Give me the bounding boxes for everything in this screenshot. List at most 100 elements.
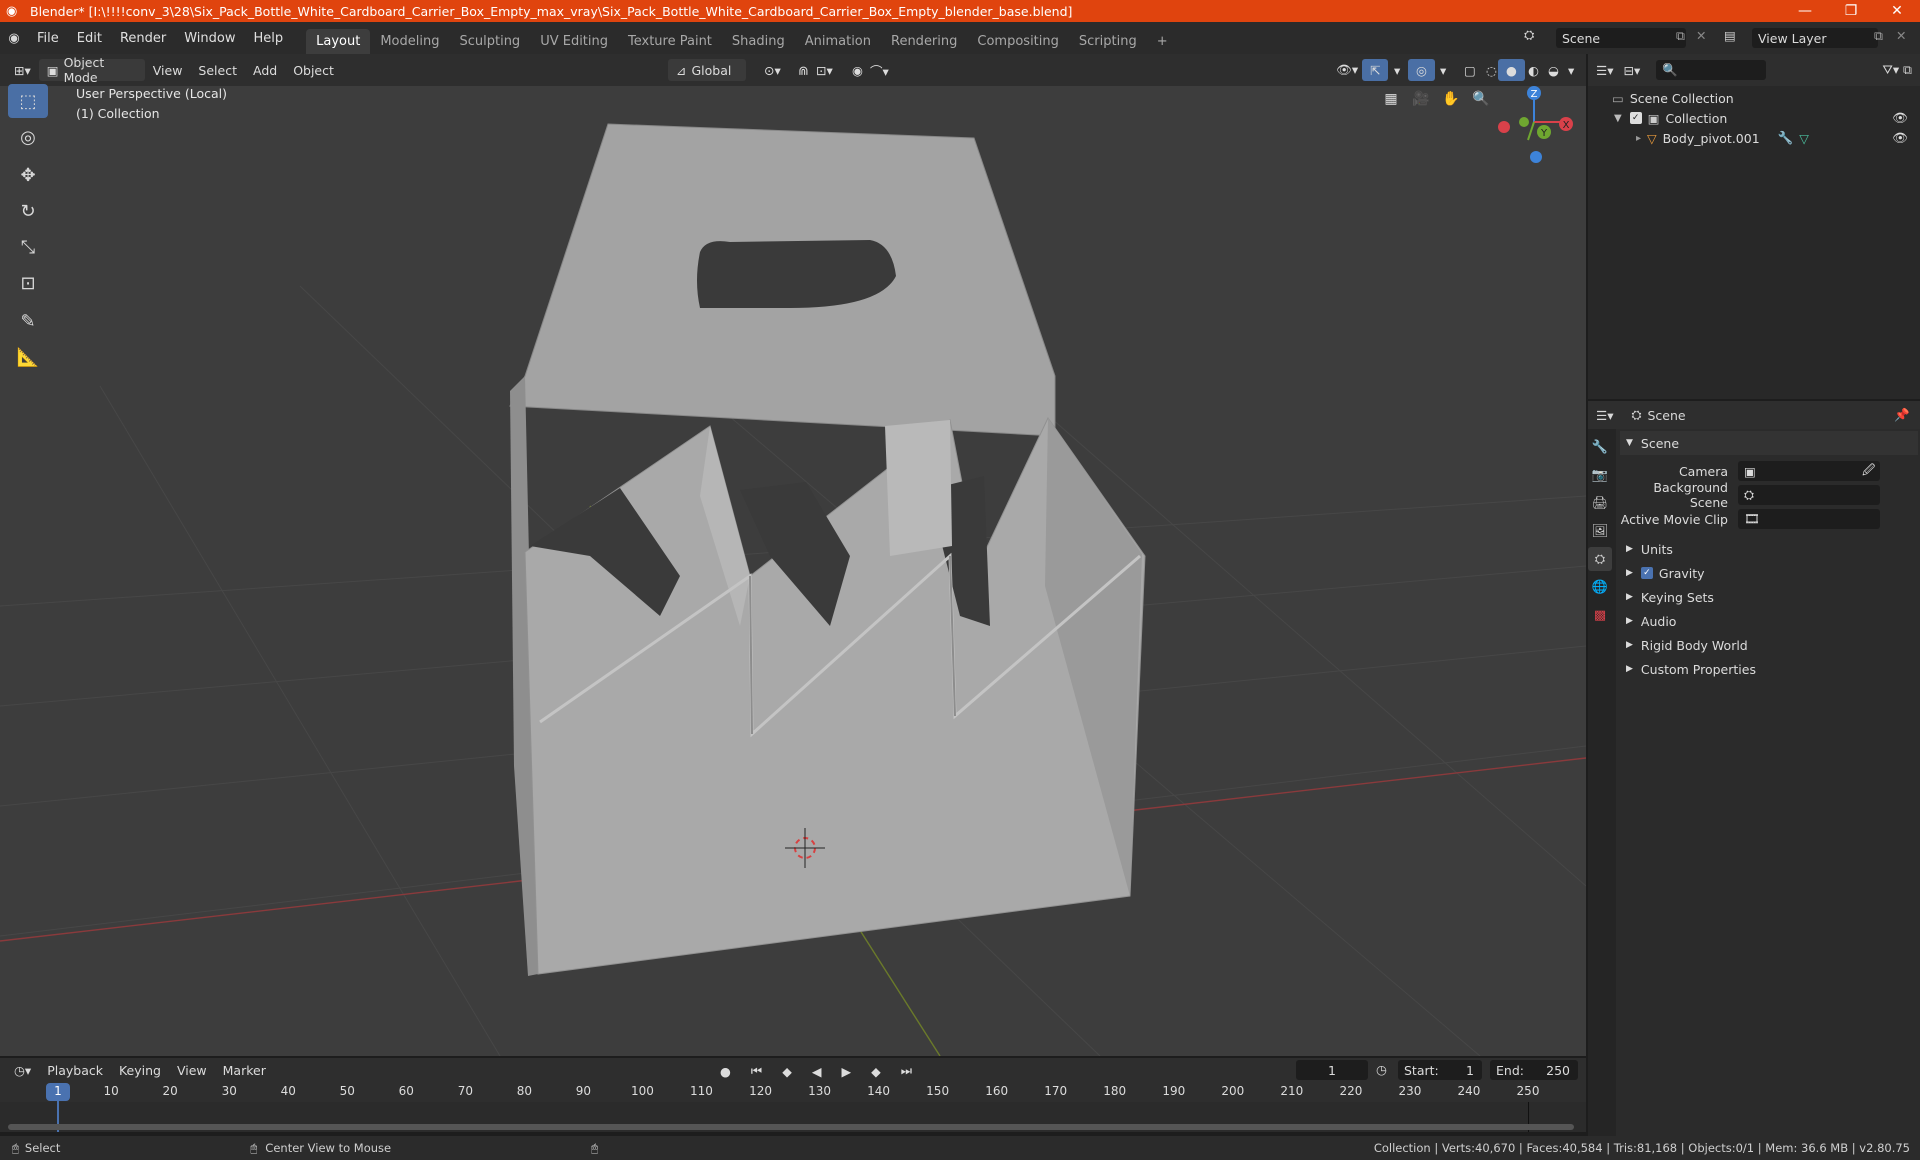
scene-selector[interactable]: Scene [1556,28,1686,48]
measure-tool-icon[interactable]: 📐 [8,340,48,374]
scene-remove-icon[interactable]: ✕ [1696,28,1706,43]
close-button[interactable]: ✕ [1874,0,1920,22]
pan-view-icon[interactable]: ✋ [1438,86,1464,112]
tab-uv-editing[interactable]: UV Editing [530,29,618,54]
menu-marker[interactable]: Marker [215,1059,274,1081]
view-layer-remove-icon[interactable]: ✕ [1896,28,1906,43]
minimize-button[interactable]: — [1782,0,1828,22]
gravity-panel-header[interactable]: ▶ ✓ Gravity [1620,561,1918,585]
rotate-tool-icon[interactable]: ↻ [8,194,48,228]
outliner-display-mode-icon[interactable]: ⊟▾ [1623,63,1640,78]
timeline-area[interactable]: 1 10 20 30 40 50 60 70 80 90 100 110 120 130 140 150 160… [0,1082,1586,1132]
jump-end-icon[interactable]: ⏭ [893,1060,920,1082]
menu-select[interactable]: Select [190,59,245,81]
expand-arrow-icon[interactable]: ▸ [1636,133,1641,144]
scene-panel-header[interactable]: ▼ Scene [1620,431,1918,455]
tab-layout[interactable]: Layout [306,29,371,54]
tab-sculpting[interactable]: Sculpting [449,29,530,54]
collapse-arrow-icon[interactable]: ▼ [1614,113,1622,124]
tool-props-tab-icon[interactable]: 🔧 [1588,435,1612,459]
timeline-editor-type-icon[interactable]: ◷▾ [6,1059,39,1081]
outliner-editor-type-icon[interactable]: ☰▾ [1596,63,1613,78]
audio-panel-header[interactable]: ▶ Audio [1620,609,1918,633]
outliner-scene-collection-row[interactable]: ▭ Scene Collection [1588,88,1920,108]
outliner-filter-icon[interactable]: ⛛▾ ⧉ [1882,62,1912,78]
toggle-grid-icon[interactable]: ▦ [1378,86,1404,112]
editor-type-icon[interactable]: ⊞▾ [6,59,39,81]
mesh-data-icon[interactable]: ▽ [1799,131,1809,146]
keying-sets-panel-header[interactable]: ▶ Keying Sets [1620,585,1918,609]
snap-target-icon[interactable]: ⊡▾ [808,59,841,81]
units-panel-header[interactable]: ▶ Units [1620,537,1918,561]
menu-object[interactable]: Object [285,59,342,81]
render-props-tab-icon[interactable]: 📷 [1588,463,1612,487]
object-visibility-icon[interactable]: 👁 [1892,130,1908,146]
scale-tool-icon[interactable]: ⤡ [8,230,48,264]
rigid-body-world-panel-header[interactable]: ▶ Rigid Body World [1620,633,1918,657]
overlays-toggle-icon[interactable]: ◎ [1408,59,1435,81]
move-tool-icon[interactable]: ✥ [8,158,48,192]
modifier-wrench-icon[interactable]: 🔧 [1778,130,1794,146]
custom-properties-panel-header[interactable]: ▶ Custom Properties [1620,657,1918,681]
cursor-tool-icon[interactable]: ◎ [8,120,48,154]
gizmo-dropdown-icon[interactable]: ▾ [1386,59,1408,81]
outliner-search-input[interactable]: 🔍 [1656,60,1767,80]
restore-button[interactable]: ❐ [1828,0,1874,22]
tab-rendering[interactable]: Rendering [881,29,967,54]
current-frame-field[interactable]: 1 [1296,1060,1368,1080]
properties-editor-type-icon[interactable]: ☰▾ [1596,408,1613,423]
collection-visibility-icon[interactable]: 👁 [1892,110,1908,126]
texture-props-tab-icon[interactable]: ▩ [1588,603,1612,627]
eyedropper-icon[interactable]: 🖉 [1862,461,1875,482]
end-frame-field[interactable]: End: 250 [1490,1060,1578,1080]
mode-selector[interactable]: ▣ Object Mode [38,55,145,85]
scene-props-tab-icon[interactable]: ⛭ [1588,547,1612,571]
tab-compositing[interactable]: Compositing [967,29,1069,54]
menu-keying[interactable]: Keying [111,1059,169,1081]
shading-dropdown-icon[interactable]: ▾ [1560,59,1582,81]
camera-field[interactable]: ▣ [1738,461,1880,481]
play-icon[interactable]: ▶ [833,1060,859,1082]
play-reverse-icon[interactable]: ◀ [804,1060,830,1082]
output-props-tab-icon[interactable]: 🖨 [1588,491,1612,515]
outliner-object-row[interactable]: ▸ ▽ Body_pivot.001 🔧 ▽ 👁 [1588,128,1920,148]
tab-scripting[interactable]: Scripting [1069,29,1147,54]
world-props-tab-icon[interactable]: 🌐 [1588,575,1612,599]
view-layer-selector[interactable]: View Layer [1752,28,1878,48]
scene-browse-icon[interactable]: ⛭ [1524,28,1534,43]
menu-playback[interactable]: Playback [39,1059,111,1081]
zoom-view-icon[interactable]: 🔍 [1468,86,1494,112]
view-layer-props-tab-icon[interactable]: 🖼 [1588,519,1612,543]
start-frame-field[interactable]: Start: 1 [1398,1060,1482,1080]
view-layer-new-icon[interactable]: ⧉ [1874,28,1883,44]
visibility-selector-icon[interactable]: 👁▾ [1328,59,1366,81]
active-movie-clip-field[interactable]: 🎞 [1738,509,1880,529]
tab-modeling[interactable]: Modeling [370,29,449,54]
add-workspace-button[interactable]: + [1147,29,1178,54]
menu-file[interactable]: File [28,31,68,46]
preview-range-icon[interactable]: ◷ [1376,1062,1387,1077]
scene-new-icon[interactable]: ⧉ [1676,28,1685,44]
menu-render[interactable]: Render [111,31,175,46]
transform-tool-icon[interactable]: ⊡ [8,266,48,300]
tab-animation[interactable]: Animation [795,29,881,54]
transform-orientation-selector[interactable]: ⊿ Global [668,59,746,81]
pivot-point-icon[interactable]: ⊙▾ [756,59,789,81]
annotate-tool-icon[interactable]: ✎ [8,304,48,338]
menu-window[interactable]: Window [175,31,244,46]
gizmo-toggle-icon[interactable]: ⇱ [1362,59,1389,81]
menu-edit[interactable]: Edit [68,31,111,46]
tab-shading[interactable]: Shading [722,29,795,54]
menu-view[interactable]: View [145,59,191,81]
menu-help[interactable]: Help [245,31,293,46]
select-box-tool-icon[interactable]: ⬚ [8,84,48,118]
camera-view-icon[interactable]: 🎥 [1408,86,1434,112]
overlays-dropdown-icon[interactable]: ▾ [1432,59,1454,81]
pin-icon[interactable]: 📌 [1894,407,1910,423]
blender-menu-icon[interactable]: ◉ [0,31,28,46]
tab-texture-paint[interactable]: Texture Paint [618,29,722,54]
menu-add[interactable]: Add [245,59,285,81]
falloff-icon[interactable]: ⌒▾ [862,59,897,81]
outliner-collection-row[interactable]: ▼ ✓ ▣ Collection 👁 [1588,108,1920,128]
background-scene-field[interactable]: ⛭ [1738,485,1880,505]
